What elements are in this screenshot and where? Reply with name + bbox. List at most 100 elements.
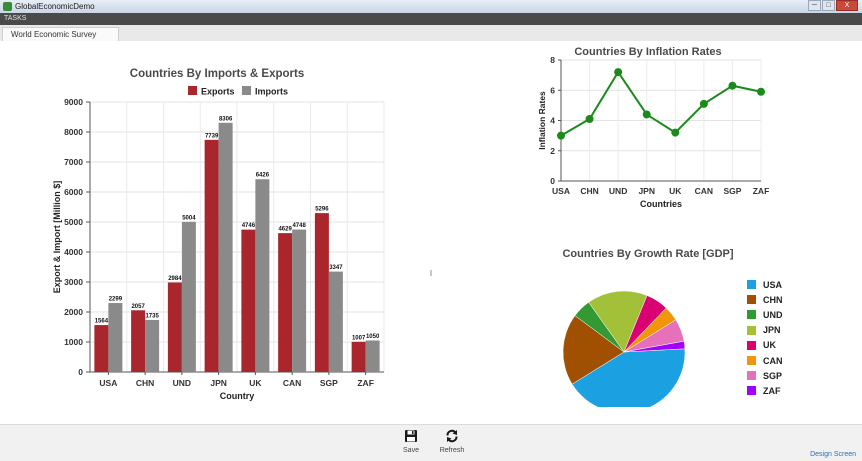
legend-label-exports: Exports (201, 87, 235, 97)
bar-imports-zaf (365, 340, 380, 372)
line-ytick-label: 2 (550, 146, 555, 156)
bar-ytick-label: 0 (78, 367, 83, 377)
line-xtick-label: USA (552, 186, 570, 196)
bar-data-label: 7739 (205, 133, 219, 139)
bar-data-label: 4748 (292, 223, 306, 229)
tab-world-economic-survey[interactable]: World Economic Survey (2, 27, 120, 42)
bar-data-label: 3347 (329, 265, 343, 271)
main-content: Countries By Imports & Exports Exports Imp… (0, 41, 862, 424)
growth-pie-chart: Countries By Growth Rate [GDP] (562, 248, 734, 407)
legend-swatch-exports (188, 86, 197, 95)
bar-ytick-label: 2000 (64, 307, 83, 317)
pie-legend-label: USA (763, 279, 783, 290)
close-button[interactable]: X (836, 0, 858, 11)
line-ytick-label: 0 (550, 176, 555, 186)
legend-label-imports: Imports (255, 87, 288, 97)
bar-data-label: 1007 (352, 335, 366, 341)
bar-data-label: 4629 (278, 227, 292, 233)
design-screen-link[interactable]: Design Screen (810, 451, 856, 458)
line-xtick-label: CAN (695, 186, 713, 196)
line-xtick-label: UND (609, 186, 627, 196)
refresh-label: Refresh (439, 447, 465, 454)
bar-xtick-label: CAN (283, 378, 301, 388)
bar-exports-und (167, 282, 182, 372)
bar-data-label: 2984 (168, 276, 182, 282)
bar-ytick-label: 8000 (64, 127, 83, 137)
pie-legend-swatch (747, 325, 756, 335)
tasks-bar: TASKS (0, 13, 862, 25)
bar-exports-uk (241, 229, 256, 372)
legend-swatch-imports (242, 86, 251, 95)
bar-ytick-label: 4000 (64, 247, 83, 257)
bar-data-label: 1735 (145, 313, 159, 319)
line-xtick-label: ZAF (753, 186, 770, 196)
bar-y-axis-title: Export & Import [Million $] (52, 181, 62, 294)
bar-ytick-label: 1000 (64, 337, 83, 347)
bar-chart-title: Countries By Imports & Exports (130, 68, 304, 80)
inflation-point-zaf (757, 87, 765, 96)
bar-xtick-label: UND (173, 378, 191, 388)
bar-xtick-label: ZAF (357, 378, 374, 388)
line-xtick-label: UK (669, 186, 682, 196)
refresh-button[interactable]: Refresh (432, 429, 472, 454)
bar-imports-jpn (218, 122, 233, 372)
pie-chart-title: Countries By Growth Rate [GDP] (562, 248, 733, 260)
pie-legend-swatch (747, 356, 756, 366)
bar-xtick-label: USA (99, 378, 117, 388)
window-title: GlobalEconomicDemo (15, 2, 95, 11)
bar-ytick-label: 5000 (64, 217, 83, 227)
bar-imports-chn (145, 319, 160, 372)
pie-legend-item-zaf: ZAF (747, 383, 783, 398)
inflation-series-line (560, 70, 762, 137)
line-ytick-label: 8 (550, 55, 555, 65)
pie-legend-swatch (747, 280, 756, 290)
splitter-handle[interactable] (430, 270, 432, 276)
inflation-point-chn (585, 114, 594, 123)
bar-exports-zaf (351, 341, 366, 372)
window-title-bar: GlobalEconomicDemo ─ □ X (0, 0, 862, 13)
bar-exports-usa (94, 325, 109, 372)
bottom-toolbar: Save Refresh Design Screen (0, 424, 862, 461)
bar-imports-usa (108, 303, 123, 372)
line-xtick-label: CHN (580, 186, 598, 196)
pie-legend-label: CHN (763, 294, 783, 305)
save-label: Save (403, 447, 419, 454)
save-icon (405, 430, 417, 442)
line-ytick-label: 4 (550, 116, 555, 126)
bar-exports-chn (131, 310, 146, 372)
bar-exports-jpn (204, 139, 219, 372)
app-icon (3, 2, 12, 11)
pie-legend: USA CHN UND JPN UK CAN SGP ZAF (747, 277, 783, 399)
refresh-icon (446, 429, 458, 443)
bar-ytick-label: 6000 (64, 187, 83, 197)
pie-legend-label: UND (763, 309, 783, 320)
pie-legend-item-sgp: SGP (747, 368, 783, 383)
maximize-button[interactable]: □ (822, 0, 835, 11)
pie-legend-label: UK (763, 340, 776, 351)
inflation-point-uk (671, 128, 680, 137)
bar-xtick-label: JPN (210, 378, 227, 388)
minimize-button[interactable]: ─ (808, 0, 821, 11)
pie-legend-swatch (747, 386, 756, 396)
pie-legend-swatch (747, 371, 756, 381)
bar-data-label: 6426 (256, 173, 270, 179)
pie-legend-item-und: UND (747, 307, 783, 322)
pie-legend-item-chn: CHN (747, 292, 783, 307)
inflation-point-usa (557, 131, 565, 140)
line-ytick-label: 6 (550, 85, 555, 95)
save-button[interactable]: Save (391, 429, 431, 454)
bar-xtick-label: UK (249, 378, 262, 388)
pie-legend-item-uk: UK (747, 338, 783, 353)
inflation-point-und (614, 68, 623, 77)
bar-ytick-label: 9000 (64, 97, 83, 107)
tab-strip: World Economic Survey (0, 25, 862, 42)
tasks-label[interactable]: TASKS (4, 14, 26, 24)
line-y-axis-title: Inflation Rates (537, 91, 547, 150)
pie-legend-item-can: CAN (747, 353, 783, 368)
bar-xtick-label: CHN (136, 378, 154, 388)
inflation-point-jpn (642, 110, 651, 119)
bar-data-label: 2057 (131, 304, 145, 310)
pie-legend-label: ZAF (763, 385, 781, 396)
pie-legend-swatch (747, 295, 756, 305)
bar-data-label: 5296 (315, 207, 329, 213)
